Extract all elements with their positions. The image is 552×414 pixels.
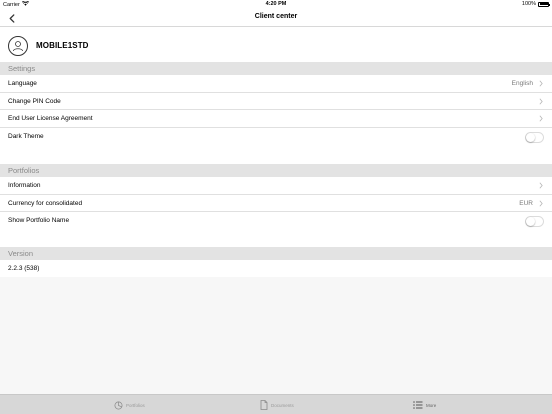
avatar (8, 35, 28, 56)
show-portfolio-name-label: Show Portfolio Name (8, 217, 70, 224)
information-label: Information (8, 182, 41, 189)
language-row[interactable]: Language English (0, 75, 552, 93)
change-pin-label: Change PIN Code (8, 97, 61, 105)
navigation-bar: Client center (0, 9, 552, 27)
battery-icon (538, 1, 550, 7)
dark-theme-row: Dark Theme (0, 128, 552, 164)
currency-row[interactable]: Currency for consolidated EUR (0, 195, 552, 213)
settings-section-header: Settings (0, 62, 552, 75)
pie-chart-icon (114, 401, 123, 409)
profile-name: MOBILE1STD (36, 41, 89, 50)
user-icon (13, 40, 23, 51)
page-title: Client center (254, 13, 298, 20)
show-portfolio-name-row: Show Portfolio Name (0, 212, 552, 247)
eula-label: End User License Agreement (8, 115, 93, 122)
portfolios-section-header: Portfolios (0, 164, 552, 177)
tab-more-label: More (426, 402, 437, 408)
chevron-right-icon (537, 75, 545, 93)
tab-documents-label: Documents (271, 402, 294, 408)
tab-portfolios-label: Portfolios (126, 402, 145, 408)
tab-bar: Portfolios Documents More (0, 394, 552, 414)
content-background (0, 277, 552, 394)
battery-percent: 100% (521, 1, 536, 7)
tab-documents[interactable]: Documents (260, 395, 294, 414)
language-value: English (511, 80, 533, 87)
document-icon (260, 400, 268, 410)
status-time: 4:20 PM (265, 1, 287, 7)
tab-portfolios[interactable]: Portfolios (114, 395, 145, 414)
profile-row: MOBILE1STD (0, 31, 552, 60)
chevron-right-icon (537, 93, 545, 111)
change-pin-row[interactable]: Change PIN Code (0, 93, 552, 111)
status-bar: Carrier 4:20 PM 100% (0, 0, 552, 9)
chevron-right-icon (537, 195, 545, 213)
dark-theme-toggle[interactable] (525, 131, 544, 143)
currency-value: EUR (519, 199, 533, 207)
eula-row[interactable]: End User License Agreement (0, 110, 552, 128)
tab-more[interactable]: More (413, 395, 436, 414)
show-portfolio-name-toggle[interactable] (525, 216, 544, 227)
chevron-right-icon (537, 110, 545, 128)
battery-info: 100% (521, 1, 550, 7)
version-value: 2.2.3 (538) (8, 265, 40, 272)
language-label: Language (8, 80, 37, 87)
information-row[interactable]: Information (0, 177, 552, 195)
list-icon (413, 401, 423, 409)
version-section-header: Version (0, 247, 552, 260)
currency-label: Currency for consolidated (8, 199, 83, 207)
dark-theme-label: Dark Theme (8, 132, 44, 140)
chevron-right-icon (537, 177, 545, 195)
